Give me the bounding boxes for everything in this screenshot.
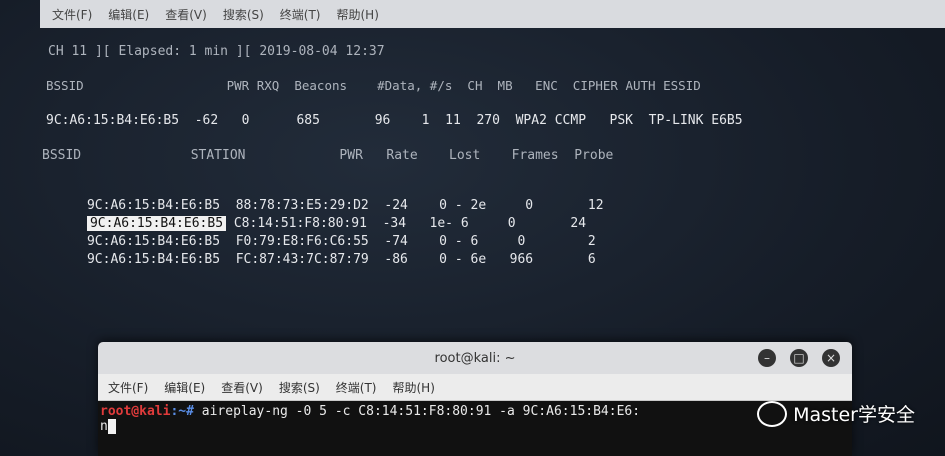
window-controls: – □ ×	[758, 349, 840, 367]
close-icon[interactable]: ×	[822, 349, 840, 367]
wechat-icon	[757, 400, 788, 427]
prompt-user: root@kali	[100, 404, 171, 419]
typed-text: n	[100, 419, 108, 434]
bg-menu-search[interactable]: 搜索(S)	[223, 6, 264, 23]
menu-file[interactable]: 文件(F)	[108, 379, 148, 396]
command-line: root@kali:~# aireplay-ng -0 5 -c C8:14:5…	[100, 404, 850, 419]
minimize-icon[interactable]: –	[758, 349, 776, 367]
bg-menu-view[interactable]: 查看(V)	[165, 6, 207, 23]
bg-menu-help[interactable]: 帮助(H)	[337, 6, 379, 23]
menu-edit[interactable]: 编辑(E)	[164, 379, 205, 396]
background-menubar: 文件(F) 编辑(E) 查看(V) 搜索(S) 终端(T) 帮助(H)	[40, 0, 945, 28]
menu-terminal[interactable]: 终端(T)	[336, 379, 377, 396]
terminal-console[interactable]: root@kali:~# aireplay-ng -0 5 -c C8:14:5…	[98, 401, 852, 437]
monitor-screen: 文件(F) 编辑(E) 查看(V) 搜索(S) 终端(T) 帮助(H) CH 1…	[0, 0, 945, 456]
station-bssid: 9C:A6:15:B4:E6:B5	[86, 252, 221, 267]
prompt-path: :~#	[170, 404, 194, 419]
menu-search[interactable]: 搜索(S)	[279, 379, 320, 396]
menu-view[interactable]: 查看(V)	[221, 379, 263, 396]
station-table-header: BSSID STATION PWR Rate Lost Frames Probe	[42, 148, 614, 163]
terminal-titlebar[interactable]: root@kali: ~ – □ ×	[98, 342, 852, 374]
terminal-menubar: 文件(F) 编辑(E) 查看(V) 搜索(S) 终端(T) 帮助(H)	[98, 374, 852, 401]
station-row: 9C:A6:15:B4:E6:B5 FC:87:43:7C:87:79 -86 …	[40, 237, 596, 282]
text-cursor	[107, 419, 116, 434]
station-details: FC:87:43:7C:87:79 -86 0 - 6e 966 6	[235, 252, 596, 267]
status-line: CH 11 ][ Elapsed: 1 min ][ 2019-08-04 12…	[48, 44, 385, 59]
ap-table-header: BSSID PWR RXQ Beacons #Data, #/s CH MB E…	[46, 78, 701, 93]
ap-row: 9C:A6:15:B4:E6:B5 -62 0 685 96 1 11 270 …	[46, 113, 743, 128]
watermark-text: Master学安全	[793, 404, 915, 426]
bg-menu-terminal[interactable]: 终端(T)	[280, 6, 321, 23]
terminal-window[interactable]: root@kali: ~ – □ × 文件(F) 编辑(E) 查看(V) 搜索(…	[98, 342, 852, 456]
window-title: root@kali: ~	[434, 350, 516, 366]
maximize-icon[interactable]: □	[790, 349, 808, 367]
bg-menu-file[interactable]: 文件(F)	[52, 6, 92, 23]
command-text: aireplay-ng -0 5 -c C8:14:51:F8:80:91 -a…	[193, 404, 641, 419]
watermark: Master学安全	[757, 400, 915, 427]
bg-menu-edit[interactable]: 编辑(E)	[108, 6, 149, 23]
menu-help[interactable]: 帮助(H)	[393, 379, 435, 396]
input-line[interactable]: n	[100, 419, 850, 434]
